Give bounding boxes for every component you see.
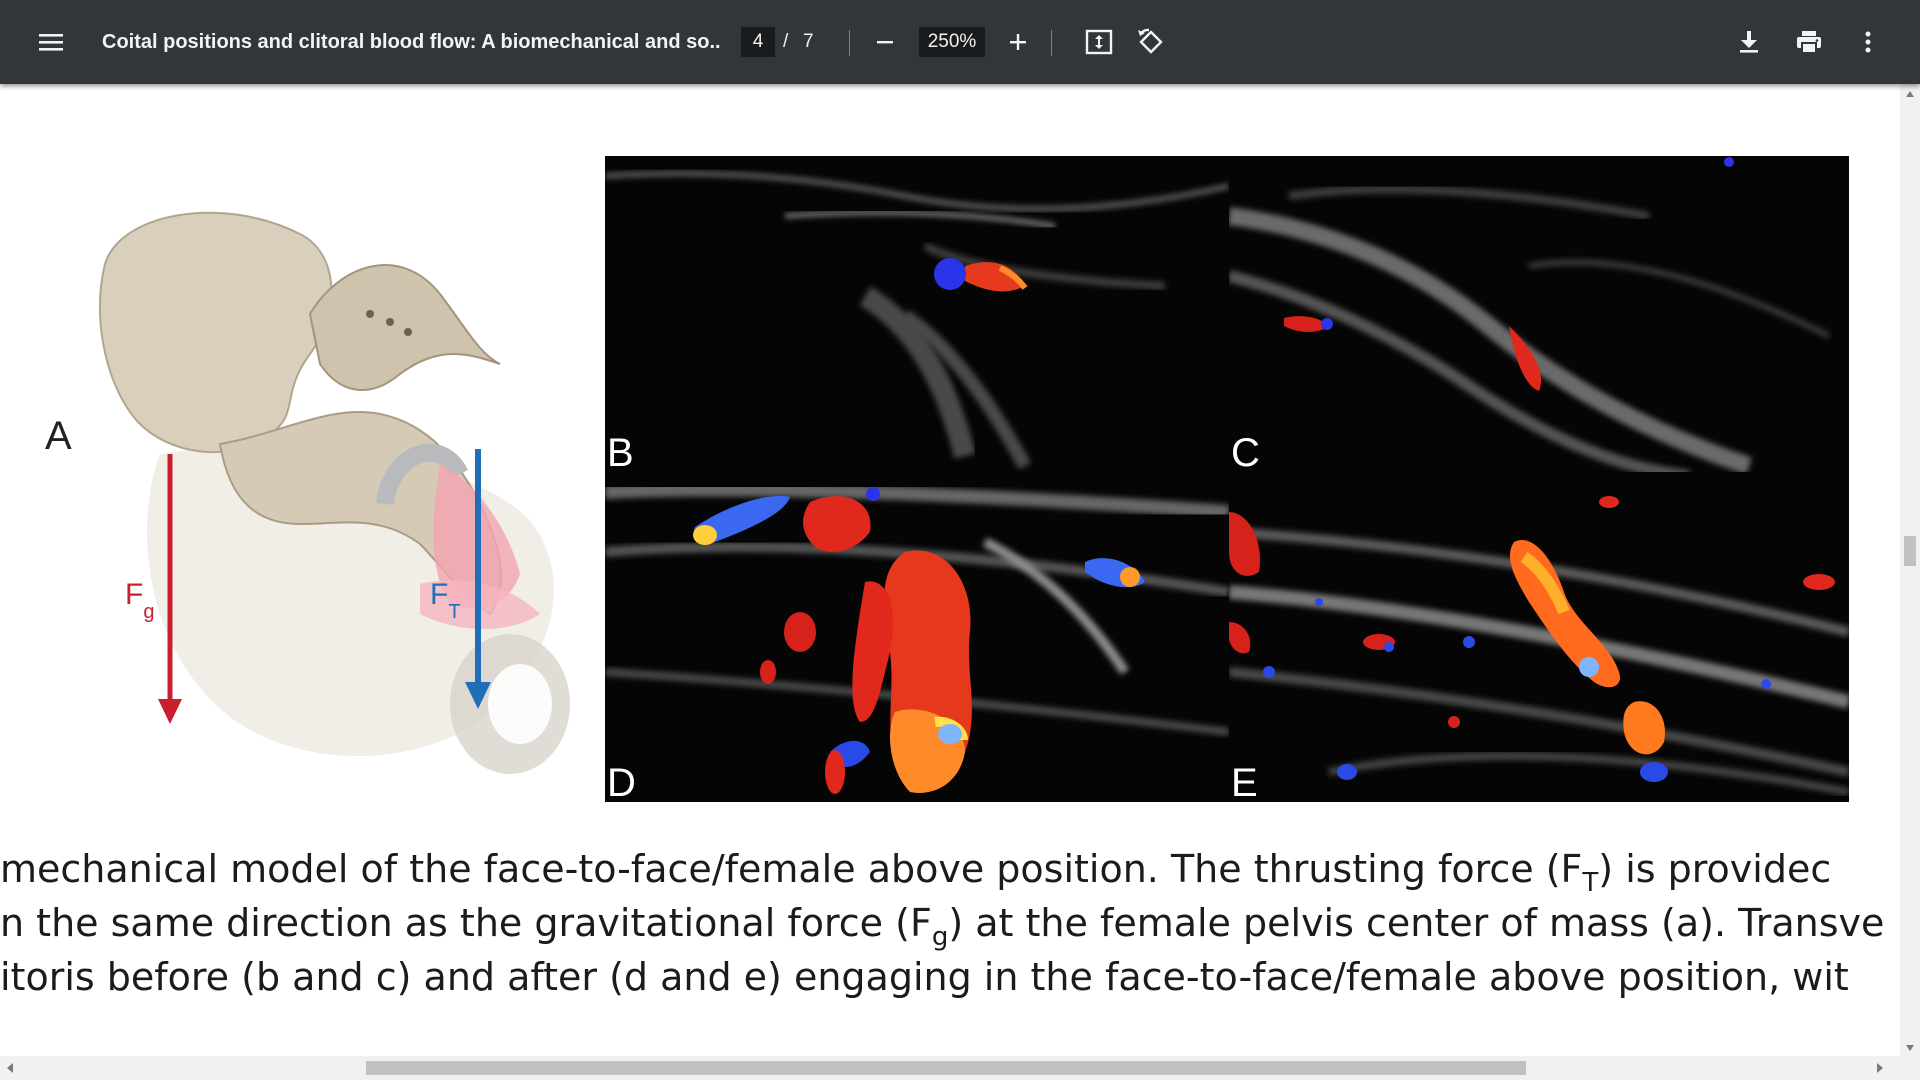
caption-line-1-text: mechanical model of the face-to-face/fem… [0, 847, 1583, 891]
scroll-right-arrow-icon[interactable] [1876, 1062, 1884, 1074]
fit-to-page-icon [1085, 29, 1113, 55]
rotate-button[interactable] [1132, 0, 1170, 84]
menu-button[interactable] [30, 0, 72, 84]
panel-d-label: D [607, 761, 636, 802]
caption-line-1: mechanical model of the face-to-face/fem… [0, 842, 1831, 896]
plus-icon [1010, 34, 1026, 50]
caption-line-3: itoris before (b and c) and after (d and… [0, 955, 1849, 999]
scrollbar-corner [1900, 1056, 1920, 1080]
ultrasound-panel-c: C [1229, 156, 1849, 472]
ultrasound-panel-e: E [1229, 472, 1849, 802]
zoom-in-button[interactable] [1000, 0, 1036, 84]
caption-line-2-text-end: ) at the female pelvis center of mass (a… [948, 901, 1885, 945]
scroll-down-arrow-icon[interactable] [1905, 1044, 1915, 1052]
caption-line-1-subscript: T [1582, 868, 1599, 898]
minus-icon [877, 41, 893, 44]
fit-to-page-button[interactable] [1080, 0, 1118, 84]
rotate-icon [1138, 28, 1163, 54]
print-icon [1797, 31, 1821, 54]
thrust-force-symbol: F [430, 578, 448, 611]
caption-line-2-text: n the same direction as the gravitationa… [0, 901, 932, 945]
pelvis-biomechanical-model: Fg FT [98, 211, 570, 774]
hamburger-menu-icon [39, 34, 63, 51]
print-button[interactable] [1789, 0, 1829, 84]
page-total: 7 [803, 31, 814, 52]
vertical-scrollbar[interactable] [1900, 84, 1920, 1056]
caption-line-1-text-end: ) is providec [1598, 847, 1832, 891]
gravity-force-subscript: g [143, 601, 154, 623]
vertical-scroll-thumb[interactable] [1904, 536, 1916, 566]
ultrasound-panel-d: D [605, 472, 1229, 802]
caption-line-2-subscript: g [931, 922, 949, 952]
page-number-input[interactable]: 4 [741, 27, 775, 57]
panel-b-label: B [607, 431, 634, 472]
gravity-force-label: Fg [125, 578, 154, 623]
pdf-toolbar: Coital positions and clitoral blood flow… [0, 0, 1920, 84]
thrust-force-subscript: T [448, 601, 460, 623]
horizontal-scroll-thumb[interactable] [366, 1061, 1526, 1075]
gravity-force-symbol: F [125, 578, 143, 611]
panel-e-label: E [1231, 761, 1258, 802]
figure-caption: mechanical model of the face-to-face/fem… [0, 842, 1900, 1052]
panel-c-label: C [1231, 431, 1260, 472]
toolbar-divider [1051, 30, 1052, 56]
zoom-level-input[interactable]: 250% [919, 27, 985, 57]
document-title: Coital positions and clitoral blood flow… [102, 31, 722, 53]
more-actions-button[interactable] [1852, 0, 1884, 84]
scroll-left-arrow-icon[interactable] [6, 1062, 14, 1074]
horizontal-scrollbar[interactable] [0, 1056, 1920, 1080]
ultrasound-panel-b: B [605, 156, 1229, 472]
scroll-up-arrow-icon[interactable] [1905, 90, 1915, 98]
page-separator: / [783, 31, 789, 52]
ultrasound-image-grid: B C D E [605, 156, 1849, 802]
toolbar-divider [849, 30, 850, 56]
caption-line-2: n the same direction as the gravitationa… [0, 896, 1884, 950]
pdf-page-viewport[interactable]: A Fg FT B C D E mechanical model of the … [0, 84, 1900, 1056]
download-button[interactable] [1730, 0, 1768, 84]
more-vertical-icon [1865, 31, 1871, 53]
zoom-out-button[interactable] [868, 0, 902, 84]
download-icon [1740, 31, 1758, 53]
